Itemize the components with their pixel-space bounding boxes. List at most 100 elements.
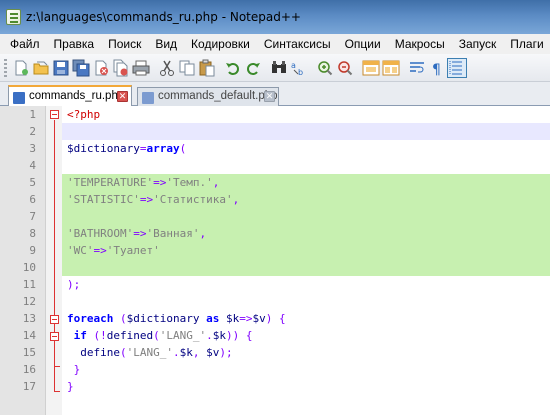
close-all-icon[interactable] <box>112 59 130 77</box>
copy-icon[interactable] <box>178 59 196 77</box>
line-number: 9 <box>29 244 36 257</box>
code-token: define <box>67 346 120 359</box>
code-token: => <box>93 244 107 257</box>
show-all-chars-icon[interactable]: ¶ <box>428 59 446 77</box>
menu-settings[interactable]: Опции <box>338 34 388 54</box>
code-token: ); <box>219 346 233 359</box>
code-text: 'STATISTIC'=>'Статистика', <box>67 193 239 206</box>
line-number: 6 <box>29 193 36 206</box>
cut-icon[interactable] <box>158 59 176 77</box>
code-token: ( <box>179 142 187 155</box>
paste-icon[interactable] <box>198 59 216 77</box>
tab-close-icon[interactable]: ✕ <box>117 91 128 102</box>
sync-horizontal-icon[interactable] <box>382 59 400 77</box>
line-number: 7 <box>29 210 36 223</box>
line-number: 4 <box>29 159 36 172</box>
code-token: . <box>206 329 213 342</box>
menu-encoding[interactable]: Кодировки <box>184 34 257 54</box>
code-text: define('LANG_'.$k, $v); <box>67 346 233 359</box>
code-line[interactable]: 17} <box>0 378 550 395</box>
tab-close-icon[interactable]: ✕ <box>264 91 275 102</box>
menu-plugins[interactable]: Плаги <box>503 34 550 54</box>
code-line[interactable]: 8 'BATHROOM'=>'Ванная', <box>0 225 550 242</box>
redo-icon[interactable] <box>244 59 262 77</box>
code-text: 'BATHROOM'=>'Ванная', <box>67 227 206 240</box>
code-line[interactable]: 9 'WC'=>'Туалет' <box>0 242 550 259</box>
menu-macro[interactable]: Макросы <box>388 34 452 54</box>
indent-guide-icon[interactable] <box>447 58 467 78</box>
tab-commands-default[interactable]: commands_default.php ✕ <box>137 87 279 106</box>
code-token: 'LANG_' <box>159 329 207 342</box>
code-token: $v <box>206 346 220 359</box>
code-line[interactable]: 6 'STATISTIC'=>'Статистика', <box>0 191 550 208</box>
line-number: 17 <box>22 380 36 393</box>
code-line[interactable]: 12 <box>0 293 550 310</box>
code-token: 'LANG_' <box>126 346 173 359</box>
code-token: => <box>133 227 147 240</box>
menu-edit[interactable]: Правка <box>47 34 102 54</box>
code-line[interactable]: 7 <box>0 208 550 225</box>
menu-view[interactable]: Вид <box>148 34 184 54</box>
code-line[interactable]: 15 define('LANG_'.$k, $v); <box>0 344 550 361</box>
line-number: 11 <box>22 278 36 291</box>
svg-text:b: b <box>298 68 303 77</box>
new-file-icon[interactable] <box>12 59 30 77</box>
toolbar-grip[interactable] <box>4 59 7 77</box>
code-line[interactable]: 13 foreach ($dictionary as $k=>$v) { <box>0 310 550 327</box>
line-number: 16 <box>22 363 36 376</box>
code-token: ) { <box>265 312 286 325</box>
code-line[interactable]: 11); <box>0 276 550 293</box>
code-token: $dictionary <box>126 312 200 325</box>
code-token: $k <box>225 312 240 325</box>
code-token: , <box>192 346 207 359</box>
code-text: 'WC'=>'Туалет' <box>67 244 160 257</box>
save-icon[interactable] <box>52 59 70 77</box>
replace-icon[interactable]: ab <box>290 59 308 77</box>
notepad-plus-plus-icon <box>6 9 21 25</box>
code-line[interactable]: 1 <?php <box>0 106 550 123</box>
code-line[interactable]: 3 $dictionary=array( <box>0 140 550 157</box>
code-line[interactable]: 2 <box>0 123 550 140</box>
code-token: )) { <box>225 329 253 342</box>
code-line[interactable]: 14 if (!defined('LANG_'.$k)) { <box>0 327 550 344</box>
code-token: ( <box>113 312 127 325</box>
code-line[interactable]: 10 <box>0 259 550 276</box>
code-token: (! <box>86 329 107 342</box>
code-line[interactable]: 16 } <box>0 361 550 378</box>
sync-vertical-icon[interactable] <box>362 59 380 77</box>
close-icon[interactable] <box>92 59 110 77</box>
find-icon[interactable] <box>270 59 288 77</box>
save-all-icon[interactable] <box>72 59 90 77</box>
code-token: <?php <box>67 108 101 121</box>
code-text: } <box>67 363 81 376</box>
word-wrap-icon[interactable] <box>408 59 426 77</box>
tab-commands-ru[interactable]: commands_ru.php ✕ <box>8 85 132 107</box>
code-token: as <box>199 312 226 325</box>
zoom-in-icon[interactable] <box>316 59 334 77</box>
code-token: , <box>212 176 220 189</box>
code-token: ); <box>67 278 81 291</box>
menu-search[interactable]: Поиск <box>101 34 148 54</box>
code-token: => <box>153 176 167 189</box>
code-text: if (!defined('LANG_'.$k)) { <box>67 329 253 342</box>
code-token: 'STATISTIC' <box>67 193 140 206</box>
code-token: ( <box>119 346 127 359</box>
undo-icon[interactable] <box>224 59 242 77</box>
print-icon[interactable] <box>132 59 150 77</box>
menu-language[interactable]: Синтаксисы <box>257 34 338 54</box>
code-token: $k <box>212 329 226 342</box>
menu-file[interactable]: Файл <box>0 34 47 54</box>
code-line[interactable]: 4 <box>0 157 550 174</box>
line-number: 15 <box>22 346 36 359</box>
menu-run[interactable]: Запуск <box>452 34 504 54</box>
code-text: <?php <box>67 108 100 121</box>
zoom-out-icon[interactable] <box>336 59 354 77</box>
open-file-icon[interactable] <box>32 59 50 77</box>
code-token: , <box>232 193 240 206</box>
code-token: 'Статистика' <box>153 193 233 206</box>
editor[interactable]: 1 <?php 2 3 $dictionary=array( 4 5 'TEMPERATURE… <box>0 106 550 415</box>
code-token: . <box>172 346 180 359</box>
file-save-state-icon <box>13 92 25 104</box>
code-line[interactable]: 5 'TEMPERATURE'=>'Темп.', <box>0 174 550 191</box>
code-text: ); <box>67 278 80 291</box>
